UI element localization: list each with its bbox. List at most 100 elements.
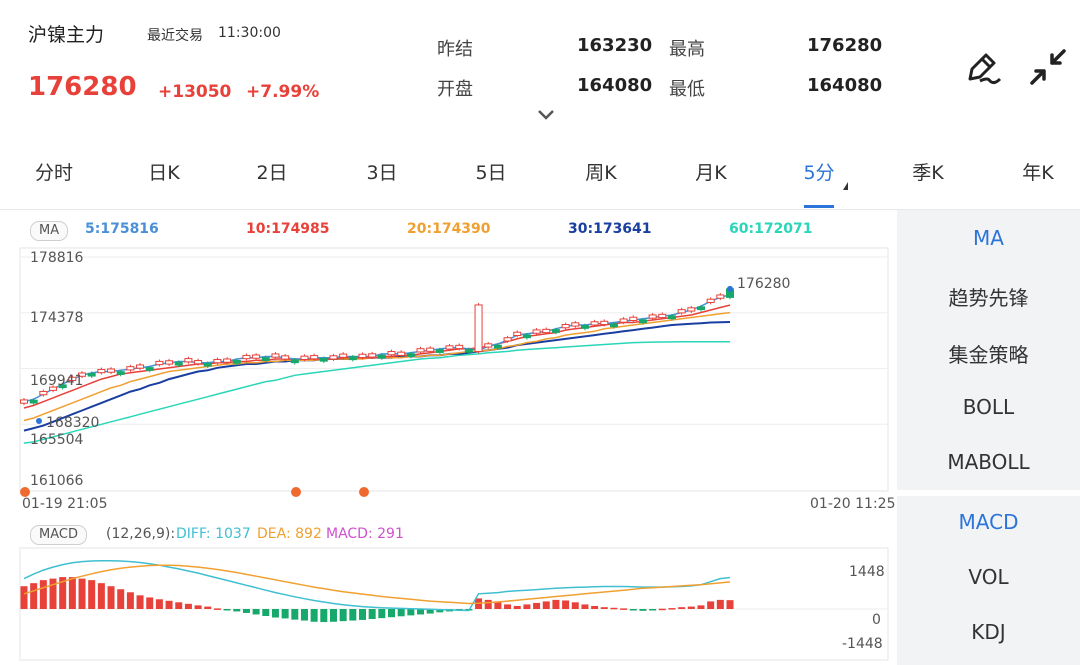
macd-bar [562,600,570,609]
ma5-value: 5:175816 [85,221,159,237]
candle-body [281,355,290,360]
macd-bar [213,608,221,610]
indicator-trend-pioneer[interactable]: 趋势先锋 [897,282,1080,311]
indicator-macd[interactable]: MACD [897,510,1080,534]
macd-bar [242,609,250,613]
y-tick-5: 161066 [30,473,84,489]
candle-body [29,399,38,404]
candle-body [619,318,628,323]
candle-body [406,353,415,357]
candle-body [126,366,135,371]
tab-weekly-k[interactable]: 周K [565,158,637,188]
period-dropdown-caret-icon[interactable] [843,182,848,190]
candle-body [571,322,580,327]
macd-bar [620,608,628,610]
candle-body [387,350,396,356]
candle-body [271,353,280,358]
candle-body [145,367,154,371]
candle-body [426,347,435,352]
candle-body [290,359,299,364]
candle-body [136,364,145,369]
candle-body [242,354,251,360]
y-tick-1: 178816 [30,250,84,266]
tab-quarterly-k[interactable]: 季K [892,158,964,188]
candle-body [696,306,705,311]
candle-body [310,355,319,360]
ma10-value: 10:174985 [246,221,330,237]
macd-bar [117,589,125,609]
macd-bar [349,609,357,621]
indicator-ma[interactable]: MA [897,226,1080,250]
candle-body [377,354,386,359]
event-marker-dot [359,487,369,497]
macd-bar [223,609,231,611]
macd-params: (12,26,9): [106,526,176,542]
indicator-boll[interactable]: BOLL [897,395,1080,419]
ma-line-ma30 [23,321,731,432]
pen-draw-icon[interactable] [962,47,1002,87]
collapse-fullscreen-icon[interactable] [1028,47,1068,87]
candle-body [155,360,164,366]
candle-body [184,358,193,363]
macd-bar [591,605,599,609]
macd-bar [368,609,376,620]
macd-bar [281,609,289,619]
indicator-maboll[interactable]: MABOLL [897,450,1080,474]
candle-body [39,390,48,396]
indicator-kdj[interactable]: KDJ [897,620,1080,644]
candle-body [513,331,522,337]
ma-line-ma5 [23,293,731,403]
quote-value-high: 176280 [807,35,883,56]
candle-body [416,348,425,353]
candle-body [590,321,599,326]
macd-bar [88,580,96,609]
candle-body [97,368,106,374]
macd-bar [407,609,415,616]
macd-bar [716,599,724,609]
y-tick-3: 169941 [30,373,84,389]
tab-monthly-k[interactable]: 月K [675,158,747,188]
macd-bar [513,605,521,609]
quote-label-low: 最低 [669,79,705,100]
macd-bar [146,597,154,609]
tab-yearly-k[interactable]: 年K [1002,158,1074,188]
ma-badge[interactable]: MA [30,221,69,241]
macd-bar [726,600,734,609]
candle-body [435,349,444,353]
macd-bar [155,599,163,609]
macd-bar [262,609,270,616]
macd-bar [68,577,76,609]
macd-bar [175,602,183,609]
macd-bar [552,599,560,609]
macd-value: MACD: 291 [326,526,404,542]
candle-body [213,358,222,364]
indicator-vol[interactable]: VOL [897,565,1080,589]
ma30-value: 30:173641 [568,221,652,237]
candle-body [484,343,493,348]
macd-bar [388,609,396,618]
candle-body [261,357,270,361]
macd-bar [649,609,657,611]
candle-body [580,325,589,329]
macd-bar [397,609,405,617]
chevron-down-icon[interactable] [536,108,556,122]
tab-2day[interactable]: 2日 [236,158,308,188]
y-tick-2: 174378 [30,310,84,326]
candle-body [194,360,203,365]
macd-chart[interactable] [0,545,895,665]
candle-body [339,353,348,358]
candle-body [174,361,183,366]
sub-indicator-panel: MACD VOL KDJ [897,496,1080,665]
tab-3day[interactable]: 3日 [346,158,418,188]
macd-bar [204,606,212,609]
tab-timeshare[interactable]: 分时 [18,158,90,188]
macd-bar [504,604,512,609]
tab-daily-k[interactable]: 日K [128,158,200,188]
tab-5day[interactable]: 5日 [455,158,527,188]
indicator-jijin-strategy[interactable]: 集金策略 [897,339,1080,368]
event-marker-dot [291,487,301,497]
macd-badge[interactable]: MACD [30,525,87,545]
candle-body [667,315,676,320]
x-axis-end: 01-20 11:25 [810,496,896,512]
candle-body [445,345,454,350]
